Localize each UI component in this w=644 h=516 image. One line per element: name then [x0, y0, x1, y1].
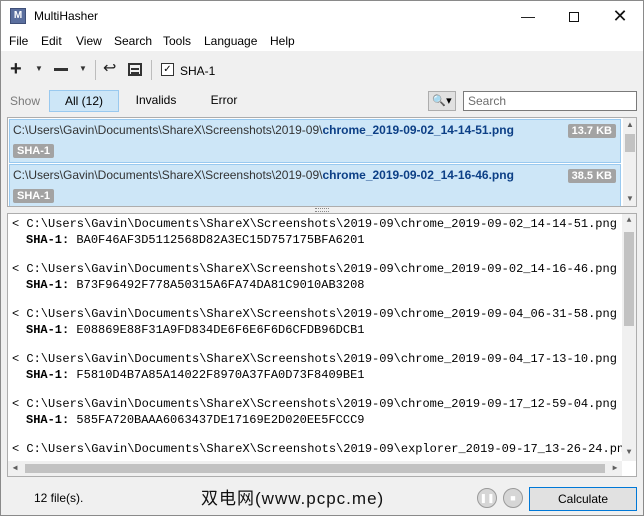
scroll-up-icon[interactable]: ▲ [622, 214, 636, 228]
result-hash-line: SHA-1: 585FA720BAAA6063437DE17169E2D020E… [26, 413, 364, 427]
algorithm-badge: SHA-1 [13, 144, 55, 158]
menu-file[interactable]: File [9, 34, 28, 48]
search-options-button[interactable]: 🔍▾ [428, 91, 456, 111]
hash-label: SHA-1: [26, 413, 70, 427]
calculate-button[interactable]: Calculate [529, 487, 637, 511]
menu-search[interactable]: Search [114, 34, 152, 48]
hash-value: BA0F46AF3D5112568D82A3EC15D757175BFA6201 [76, 233, 365, 247]
scroll-up-icon[interactable]: ▲ [623, 118, 636, 132]
tab-error[interactable]: Error [193, 90, 255, 112]
splitter-grip[interactable] [315, 208, 329, 212]
show-label: Show [10, 94, 41, 108]
title-bar[interactable]: M MultiHasher — ✕ [1, 1, 643, 31]
hash-label: SHA-1: [26, 278, 70, 292]
close-button[interactable]: ✕ [597, 1, 643, 31]
app-window: M MultiHasher — ✕ File Edit View Search … [0, 0, 644, 516]
sha1-checkbox-label: SHA-1 [180, 64, 216, 78]
file-size-badge: 13.7 KB [567, 124, 616, 138]
minimize-button[interactable]: — [505, 1, 551, 31]
menu-bar: File Edit View Search Tools Language Hel… [1, 31, 643, 51]
result-hash-line: SHA-1: F5810D4B7A85A14022F8970A37FA0D73F… [26, 368, 364, 382]
sha1-checkbox[interactable]: ✓ [161, 63, 174, 76]
tab-all[interactable]: All (12) [49, 90, 119, 112]
hash-value: B73F96492F778A50315A6FA74DA81C9010AB3208 [76, 278, 365, 292]
toolbar-divider [95, 60, 96, 80]
result-hash-line: SHA-1: E08869E88F31A9FD834DE6F6E6F6D6CFD… [26, 323, 364, 337]
file-list-scrollbar[interactable]: ▲ ▼ [623, 118, 636, 206]
undo-icon[interactable]: ↩ [103, 58, 116, 80]
result-hash-line: SHA-1: BA0F46AF3D5112568D82A3EC15D757175… [26, 233, 364, 247]
remove-files-button[interactable] [54, 68, 68, 71]
filter-bar: Show All (12) Invalids Error 🔍▾ [1, 87, 643, 115]
menu-language[interactable]: Language [204, 34, 257, 48]
watermark: 双电网(www.pcpc.me) [201, 489, 385, 508]
result-path: < C:\Users\Gavin\Documents\ShareX\Screen… [12, 307, 632, 321]
scrollbar-thumb[interactable] [25, 464, 605, 473]
result-path: < C:\Users\Gavin\Documents\ShareX\Screen… [12, 397, 632, 411]
menu-edit[interactable]: Edit [41, 34, 62, 48]
clear-list-icon[interactable] [128, 63, 142, 76]
remove-dropdown-chevron-down-icon[interactable]: ▼ [79, 58, 87, 80]
results-vertical-scrollbar[interactable]: ▲ ▼ [622, 214, 636, 461]
result-path: < C:\Users\Gavin\Documents\ShareX\Screen… [12, 352, 632, 366]
status-bar: 12 file(s). 双电网(www.pcpc.me) ❚❚ ■ Calcul… [1, 481, 643, 515]
file-size-badge: 38.5 KB [567, 169, 616, 183]
stop-button[interactable]: ■ [503, 488, 523, 508]
results-horizontal-scrollbar[interactable]: ◀ ▶ [8, 461, 622, 476]
scrollbar-thumb[interactable] [624, 232, 634, 326]
hash-label: SHA-1: [26, 323, 70, 337]
file-name: chrome_2019-09-02_14-14-51.png [322, 123, 514, 137]
maximize-icon [569, 12, 579, 23]
hash-value: 585FA720BAAA6063437DE17169E2D020EE5FCCC9 [76, 413, 365, 427]
multihasher-app-icon: M [10, 8, 26, 24]
result-path: < C:\Users\Gavin\Documents\ShareX\Screen… [12, 262, 632, 276]
pause-icon: ❚❚ [479, 493, 495, 503]
maximize-button[interactable] [551, 1, 597, 31]
search-input[interactable] [463, 91, 637, 111]
pause-button[interactable]: ❚❚ [477, 488, 497, 508]
tab-invalids[interactable]: Invalids [125, 90, 187, 112]
file-directory: C:\Users\Gavin\Documents\ShareX\Screensh… [13, 123, 323, 137]
menu-help[interactable]: Help [270, 34, 295, 48]
scroll-left-icon[interactable]: ◀ [8, 461, 22, 476]
add-dropdown-chevron-down-icon[interactable]: ▼ [35, 58, 43, 80]
result-path: < C:\Users\Gavin\Documents\ShareX\Screen… [12, 442, 637, 456]
hash-label: SHA-1: [26, 233, 70, 247]
file-list: C:\Users\Gavin\Documents\ShareX\Screensh… [7, 117, 637, 207]
file-count: 12 file(s). [34, 491, 84, 505]
toolbar-divider [151, 60, 152, 80]
result-path: < C:\Users\Gavin\Documents\ShareX\Screen… [12, 217, 632, 231]
menu-view[interactable]: View [76, 34, 102, 48]
scroll-down-icon[interactable]: ▼ [622, 446, 636, 460]
hash-label: SHA-1: [26, 368, 70, 382]
menu-tools[interactable]: Tools [163, 34, 191, 48]
add-files-button[interactable]: + [10, 58, 22, 80]
results-pane: < C:\Users\Gavin\Documents\ShareX\Screen… [7, 213, 637, 477]
file-list-item[interactable]: C:\Users\Gavin\Documents\ShareX\Screensh… [9, 119, 621, 163]
hash-value: E08869E88F31A9FD834DE6F6E6F6D6CFDB96DCB1 [76, 323, 365, 337]
search-icon: 🔍▾ [432, 95, 452, 107]
file-directory: C:\Users\Gavin\Documents\ShareX\Screensh… [13, 168, 323, 182]
scroll-right-icon[interactable]: ▶ [608, 461, 622, 476]
stop-icon: ■ [510, 493, 516, 503]
window-title: MultiHasher [34, 9, 99, 23]
scroll-down-icon[interactable]: ▼ [623, 192, 636, 206]
algorithm-badge: SHA-1 [13, 189, 55, 203]
toolbar: + ▼ ▼ ↩ ✓ SHA-1 [1, 52, 643, 86]
scrollbar-thumb[interactable] [625, 134, 635, 152]
result-hash-line: SHA-1: B73F96492F778A50315A6FA74DA81C901… [26, 278, 364, 292]
hash-value: F5810D4B7A85A14022F8970A37FA0D73F8409BE1 [76, 368, 365, 382]
file-list-item[interactable]: C:\Users\Gavin\Documents\ShareX\Screensh… [9, 164, 621, 206]
file-name: chrome_2019-09-02_14-16-46.png [322, 168, 514, 182]
